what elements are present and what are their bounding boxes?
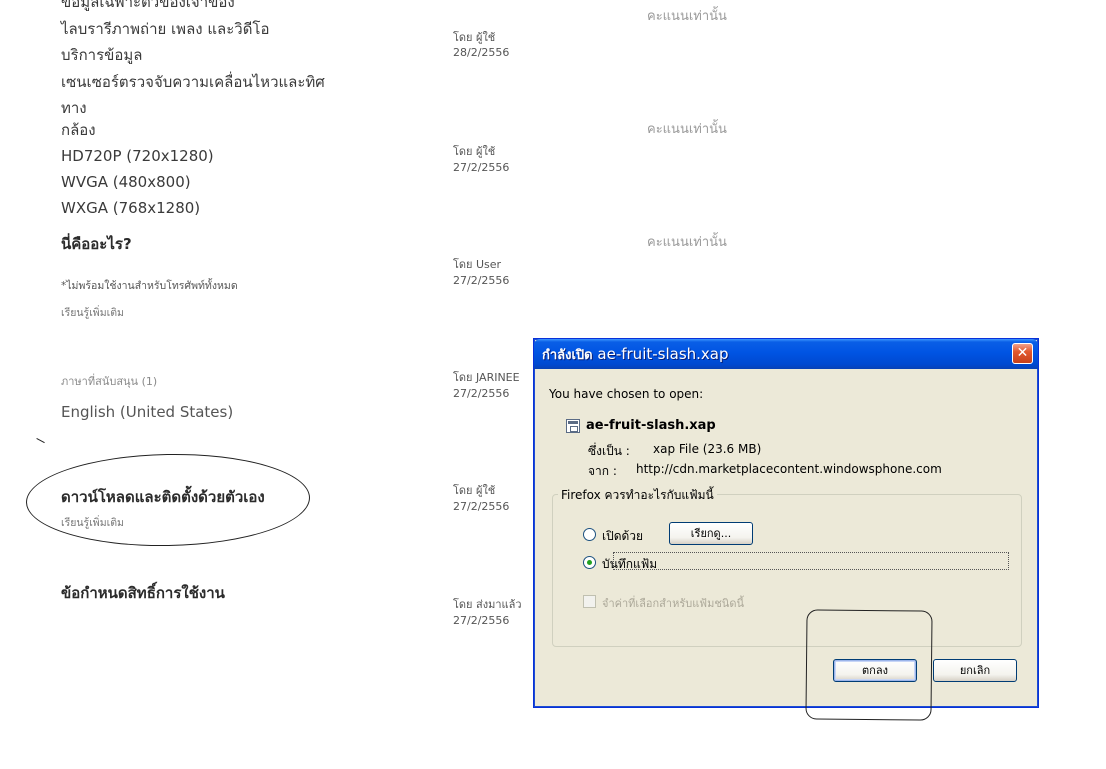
browse-button[interactable]: เรียกดู...: [669, 522, 753, 545]
action-groupbox: Firefox ควรทำอะไรกับแฟ้มนี้ เปิดด้วย เรี…: [552, 486, 1022, 647]
learn-more-link[interactable]: เรียนรู้เพิ่มเติม: [61, 304, 124, 321]
action-groupbox-title: Firefox ควรทำอะไรกับแฟ้มนี้: [558, 486, 717, 505]
spec-line: เซนเซอร์ตรวจจับความเคลื่อนไหวและทิศ: [61, 73, 325, 91]
review-date: 27/2/2556: [453, 614, 510, 627]
chosen-to-open-text: You have chosen to open:: [549, 387, 704, 401]
review-author: โดย User: [453, 258, 502, 271]
license-terms-link[interactable]: ข้อกำหนดสิทธิ์การใช้งาน: [61, 581, 225, 605]
dialog-title-file: ae-fruit-slash.xap: [597, 345, 729, 363]
dialog-title: กำลังเปิด ae-fruit-slash.xap: [542, 344, 729, 365]
review-score-only: คะแนนเท่านั้น: [647, 235, 727, 250]
dialog-title-prefix: กำลังเปิด: [542, 348, 593, 363]
review-author: โดย ส่งมาแล้ว: [453, 598, 522, 611]
dialog-titlebar[interactable]: กำลังเปิด ae-fruit-slash.xap ✕: [534, 339, 1038, 369]
save-file-radio[interactable]: [583, 556, 596, 569]
annotation-rectangle: [805, 609, 933, 721]
open-file-dialog: กำลังเปิด ae-fruit-slash.xap ✕ You have …: [533, 338, 1039, 708]
review-date: 27/2/2556: [453, 161, 510, 174]
save-file-label[interactable]: บันทึกแฟ้ม: [602, 555, 657, 574]
file-type-value: xap File (23.6 MB): [653, 442, 762, 456]
cancel-button[interactable]: ยกเลิก: [933, 659, 1017, 682]
review-date: 27/2/2556: [453, 500, 510, 513]
review-score-only: คะแนนเท่านั้น: [647, 122, 727, 137]
whats-this-heading: นี่คืออะไร?: [61, 235, 132, 253]
open-with-label[interactable]: เปิดด้วย: [602, 527, 643, 546]
review-author: โดย ผู้ใช้: [453, 145, 496, 158]
file-source-label: จาก :: [588, 464, 617, 478]
availability-note: *ไม่พร้อมใช้งานสำหรับโทรศัพท์ทั้งหมด: [61, 280, 238, 292]
save-file-focus-outline: [613, 552, 1009, 570]
close-icon[interactable]: ✕: [1012, 343, 1033, 364]
review-date: 27/2/2556: [453, 387, 510, 400]
annotation-ellipse: [25, 451, 311, 549]
spec-line: ไลบรารีภาพถ่าย เพลง และวิดีโอ: [61, 20, 270, 38]
file-type-label: ซึ่งเป็น :: [588, 444, 630, 458]
remember-choice-checkbox[interactable]: [583, 595, 596, 608]
supported-language-value: English (United States): [61, 403, 234, 421]
supported-languages-label: ภาษาที่สนับสนุน (1): [61, 375, 158, 388]
review-author: โดย ผู้ใช้: [453, 31, 496, 44]
file-name: ae-fruit-slash.xap: [586, 418, 716, 433]
review-score-only: คะแนนเท่านั้น: [647, 9, 727, 24]
review-author: โดย ผู้ใช้: [453, 484, 496, 497]
review-author: โดย JARINEE: [453, 371, 520, 384]
file-source-value: http://cdn.marketplacecontent.windowspho…: [636, 462, 942, 476]
spec-line: HD720P (720x1280): [61, 147, 214, 165]
spec-line: ข้อมูลเฉพาะตัวของเจ้าของ: [61, 0, 235, 11]
spec-line: WXGA (768x1280): [61, 199, 201, 217]
spec-line: บริการข้อมูล: [61, 46, 143, 64]
dialog-body: You have chosen to open: ae-fruit-slash.…: [534, 369, 1038, 707]
remember-choice-label: จำค่าที่เลือกสำหรับแฟ้มชนิดนี้: [602, 597, 744, 610]
review-date: 27/2/2556: [453, 274, 510, 287]
spec-line: ทาง: [61, 99, 87, 117]
spec-line: WVGA (480x800): [61, 173, 191, 191]
xap-file-icon: [566, 419, 580, 433]
spec-line: กล้อง: [61, 121, 96, 139]
open-with-radio[interactable]: [583, 528, 596, 541]
annotation-tick-mark: [36, 437, 45, 444]
page: ข้อมูลเฉพาะตัวของเจ้าของ ไลบรารีภาพถ่าย …: [0, 0, 1106, 769]
review-date: 28/2/2556: [453, 46, 510, 59]
